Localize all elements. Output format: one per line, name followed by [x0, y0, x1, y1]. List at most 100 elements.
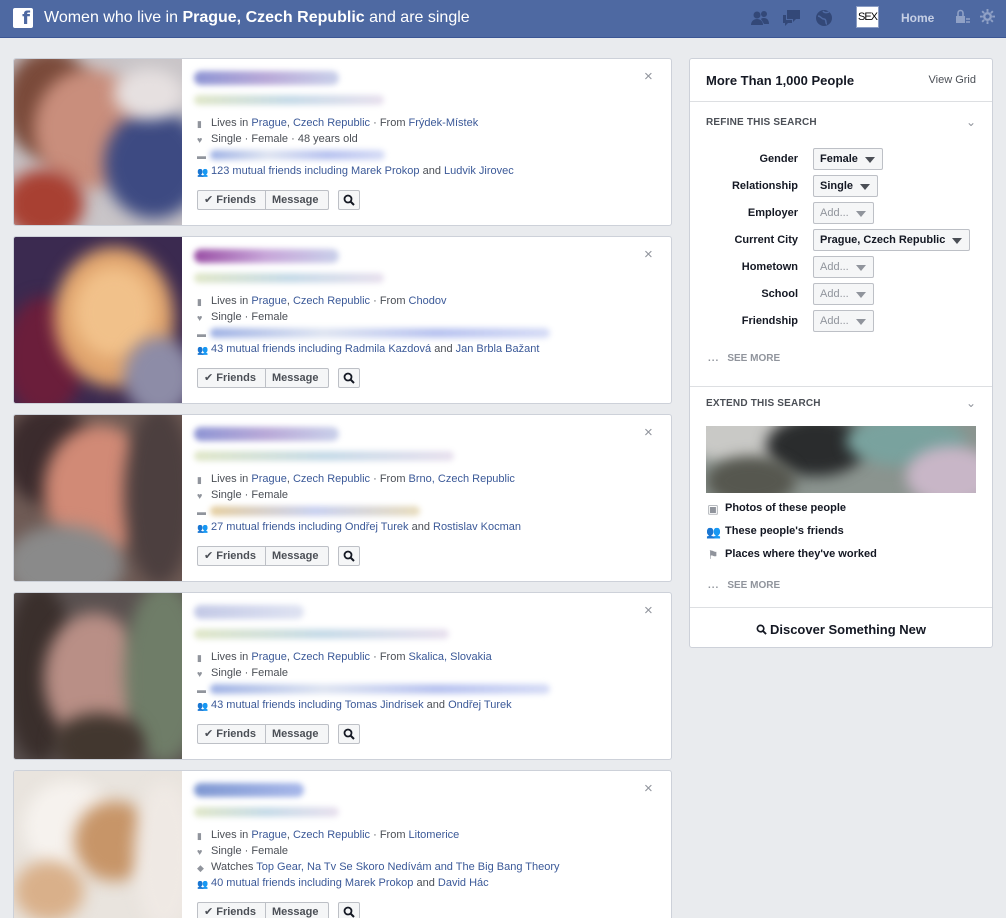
mutual-friend-link[interactable]: Tomas Jindrisek [345, 699, 424, 711]
search-icon[interactable] [338, 902, 360, 918]
current-city-filter[interactable]: Prague, Czech Republic [813, 229, 971, 251]
close-icon[interactable]: × [644, 69, 656, 84]
search-icon[interactable] [338, 190, 360, 210]
close-icon[interactable]: × [644, 603, 656, 618]
message-button[interactable]: Message [265, 902, 329, 918]
mutual-friend-link[interactable]: David Hác [438, 877, 489, 889]
mutual-friends-link[interactable]: 40 mutual friends including [211, 877, 342, 889]
profile-photo[interactable] [14, 237, 182, 403]
mutual-friend-link[interactable]: Ludvik Jirovec [444, 165, 514, 177]
privacy-icon[interactable] [955, 9, 971, 25]
from-link[interactable]: Litomerice [409, 829, 460, 841]
person-name[interactable] [194, 427, 339, 441]
employer-filter[interactable]: Add... [813, 202, 874, 224]
profile-photo[interactable] [14, 771, 182, 918]
chevron-down-icon[interactable]: ⌄ [966, 116, 976, 128]
mutual-friend-link[interactable]: Ondřej Turek [345, 521, 409, 533]
search-icon[interactable] [338, 368, 360, 388]
mutual-friends-link[interactable]: 43 mutual friends including [211, 343, 342, 355]
person-name[interactable] [194, 71, 339, 85]
message-button[interactable]: Message [265, 724, 329, 744]
search-icon [756, 624, 767, 635]
profile-photo[interactable] [14, 415, 182, 581]
search-icon[interactable] [338, 724, 360, 744]
check-icon: ✔ [204, 906, 214, 918]
country-link[interactable]: Czech Republic [293, 473, 370, 485]
from-link[interactable]: Chodov [409, 295, 447, 307]
message-button[interactable]: Message [265, 546, 329, 566]
mutual-friends-link[interactable]: 123 mutual friends including [211, 165, 348, 177]
person-name[interactable] [194, 605, 304, 619]
mutual-friends-icon: 👥 [197, 167, 209, 177]
home-link[interactable]: Home [901, 11, 934, 25]
friendship-filter[interactable]: Add... [813, 310, 874, 332]
from-link[interactable]: Brno, Czech Republic [409, 473, 515, 485]
mutual-friend-link[interactable]: Marek Prokop [345, 877, 413, 889]
country-link[interactable]: Czech Republic [293, 117, 370, 129]
messages-icon[interactable] [782, 8, 802, 28]
from-link[interactable]: Frýdek-Místek [409, 117, 479, 129]
country-link[interactable]: Czech Republic [293, 651, 370, 663]
friends-icon[interactable] [750, 8, 770, 28]
profile-photo[interactable] [14, 593, 182, 759]
settings-icon[interactable] [980, 9, 995, 24]
person-name[interactable] [194, 783, 304, 797]
friends-button[interactable]: ✔ Friends [197, 546, 266, 566]
work-blur [210, 328, 550, 338]
country-link[interactable]: Czech Republic [293, 295, 370, 307]
city-link[interactable]: Prague [251, 295, 286, 307]
see-more-link[interactable]: ... See More [708, 353, 780, 364]
status-line: ♥ Single · Female [197, 667, 289, 679]
lives-in-line: ▮ Lives in Prague, Czech Republic · From … [197, 829, 460, 841]
work-line: ▬ [197, 504, 211, 518]
peoples-friends-link[interactable]: 👥 These people's friends [706, 525, 844, 538]
close-icon[interactable]: × [644, 425, 656, 440]
friends-button[interactable]: ✔ Friends [197, 724, 266, 744]
city-link[interactable]: Prague [251, 473, 286, 485]
search-icon[interactable] [338, 546, 360, 566]
message-button[interactable]: Message [265, 368, 329, 388]
close-icon[interactable]: × [644, 781, 656, 796]
extend-title: Extend This Search [706, 398, 821, 409]
city-link[interactable]: Prague [251, 651, 286, 663]
hometown-filter[interactable]: Add... [813, 256, 874, 278]
mutual-friends-link[interactable]: 43 mutual friends including [211, 699, 342, 711]
see-more-link[interactable]: ... See More [708, 580, 780, 591]
country-link[interactable]: Czech Republic [293, 829, 370, 841]
person-name[interactable] [194, 249, 339, 263]
relationship-filter[interactable]: Single [813, 175, 879, 197]
person-subtitle [194, 273, 384, 283]
mutual-friends-icon: 👥 [197, 523, 209, 533]
watches-link[interactable]: Top Gear, Na Tv Se Skoro Nedívám and The… [256, 861, 559, 873]
mutual-friend-link[interactable]: Ondřej Turek [448, 699, 512, 711]
profile-photo[interactable] [14, 59, 182, 225]
profile-button[interactable]: SEX [856, 6, 879, 28]
notifications-icon[interactable] [814, 8, 834, 28]
mutual-friend-link[interactable]: Radmila Kazdová [345, 343, 431, 355]
mutual-friend-link[interactable]: Jan Brbla Bažant [456, 343, 540, 355]
filter-label: Current City [734, 234, 798, 246]
mutual-friend-link[interactable]: Rostislav Kocman [433, 521, 521, 533]
facebook-logo-icon[interactable]: f [13, 8, 33, 28]
watches-line: ◆ Watches Top Gear, Na Tv Se Skoro Nedívá… [197, 861, 560, 873]
extend-preview-image[interactable] [706, 426, 976, 493]
mutual-friends-link[interactable]: 27 mutual friends including [211, 521, 342, 533]
city-link[interactable]: Prague [251, 829, 286, 841]
discover-button[interactable]: Discover Something New [690, 622, 992, 637]
friends-button[interactable]: ✔ Friends [197, 190, 266, 210]
view-grid-link[interactable]: View Grid [929, 74, 976, 86]
photos-of-people-link[interactable]: ▣ Photos of these people [706, 502, 846, 515]
tag-icon: ◆ [197, 863, 204, 873]
gender-filter[interactable]: Female [813, 148, 883, 170]
school-filter[interactable]: Add... [813, 283, 874, 305]
places-worked-link[interactable]: ⚑ Places where they've worked [706, 548, 877, 561]
friends-button[interactable]: ✔ Friends [197, 902, 266, 918]
friends-button[interactable]: ✔ Friends [197, 368, 266, 388]
message-button[interactable]: Message [265, 190, 329, 210]
city-link[interactable]: Prague [251, 117, 286, 129]
mutual-friends-icon: 👥 [197, 345, 209, 355]
chevron-down-icon[interactable]: ⌄ [966, 397, 976, 409]
mutual-friend-link[interactable]: Marek Prokop [351, 165, 419, 177]
from-link[interactable]: Skalica, Slovakia [409, 651, 492, 663]
close-icon[interactable]: × [644, 247, 656, 262]
